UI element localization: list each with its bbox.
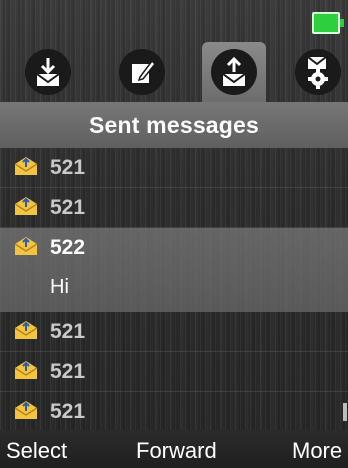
message-preview: Hi (50, 276, 69, 298)
forward-softkey[interactable]: Forward (136, 438, 217, 464)
tab-compose[interactable] (110, 42, 174, 102)
message-recipient: 521 (50, 196, 86, 219)
inbox-download-icon (25, 49, 71, 95)
page-title: Sent messages (88, 111, 260, 138)
list-item[interactable]: 521 (0, 352, 348, 392)
message-list: 521 521 522 Hi 521 521 521 (0, 148, 348, 432)
list-item[interactable]: 521 (0, 188, 348, 228)
message-recipient: 521 (50, 400, 86, 423)
list-item-selected[interactable]: 522 Hi (0, 228, 348, 312)
status-bar (0, 0, 348, 40)
sent-envelope-icon (14, 157, 38, 175)
sent-envelope-icon (14, 321, 38, 339)
outbox-upload-icon (211, 49, 257, 95)
compose-pencil-icon (119, 49, 165, 95)
message-recipient: 521 (50, 360, 86, 383)
sent-envelope-icon (14, 197, 38, 215)
message-recipient: 521 (50, 156, 86, 179)
tab-message-settings[interactable] (286, 42, 348, 102)
list-item[interactable]: 521 (0, 148, 348, 188)
sent-envelope-icon (14, 237, 38, 255)
phone-screen: Sent messages 521 521 522 Hi 521 521 521… (0, 0, 348, 468)
message-recipient: 521 (50, 320, 86, 343)
scrollbar-thumb[interactable] (343, 403, 347, 421)
list-item[interactable]: 521 (0, 312, 348, 352)
softkey-bar: Select Forward More (0, 430, 348, 468)
message-recipient: 522 (50, 236, 86, 259)
sent-envelope-icon (14, 401, 38, 419)
tab-inbox[interactable] (16, 42, 80, 102)
tab-sent[interactable] (202, 42, 266, 102)
message-settings-gear-icon (295, 49, 341, 95)
more-softkey[interactable]: More (292, 438, 342, 464)
message-tabs (0, 42, 348, 102)
battery-full-icon (312, 12, 344, 34)
list-item[interactable]: 521 (0, 392, 348, 432)
sent-envelope-icon (14, 361, 38, 379)
header-bar: Sent messages (0, 102, 348, 148)
select-softkey[interactable]: Select (6, 438, 67, 464)
